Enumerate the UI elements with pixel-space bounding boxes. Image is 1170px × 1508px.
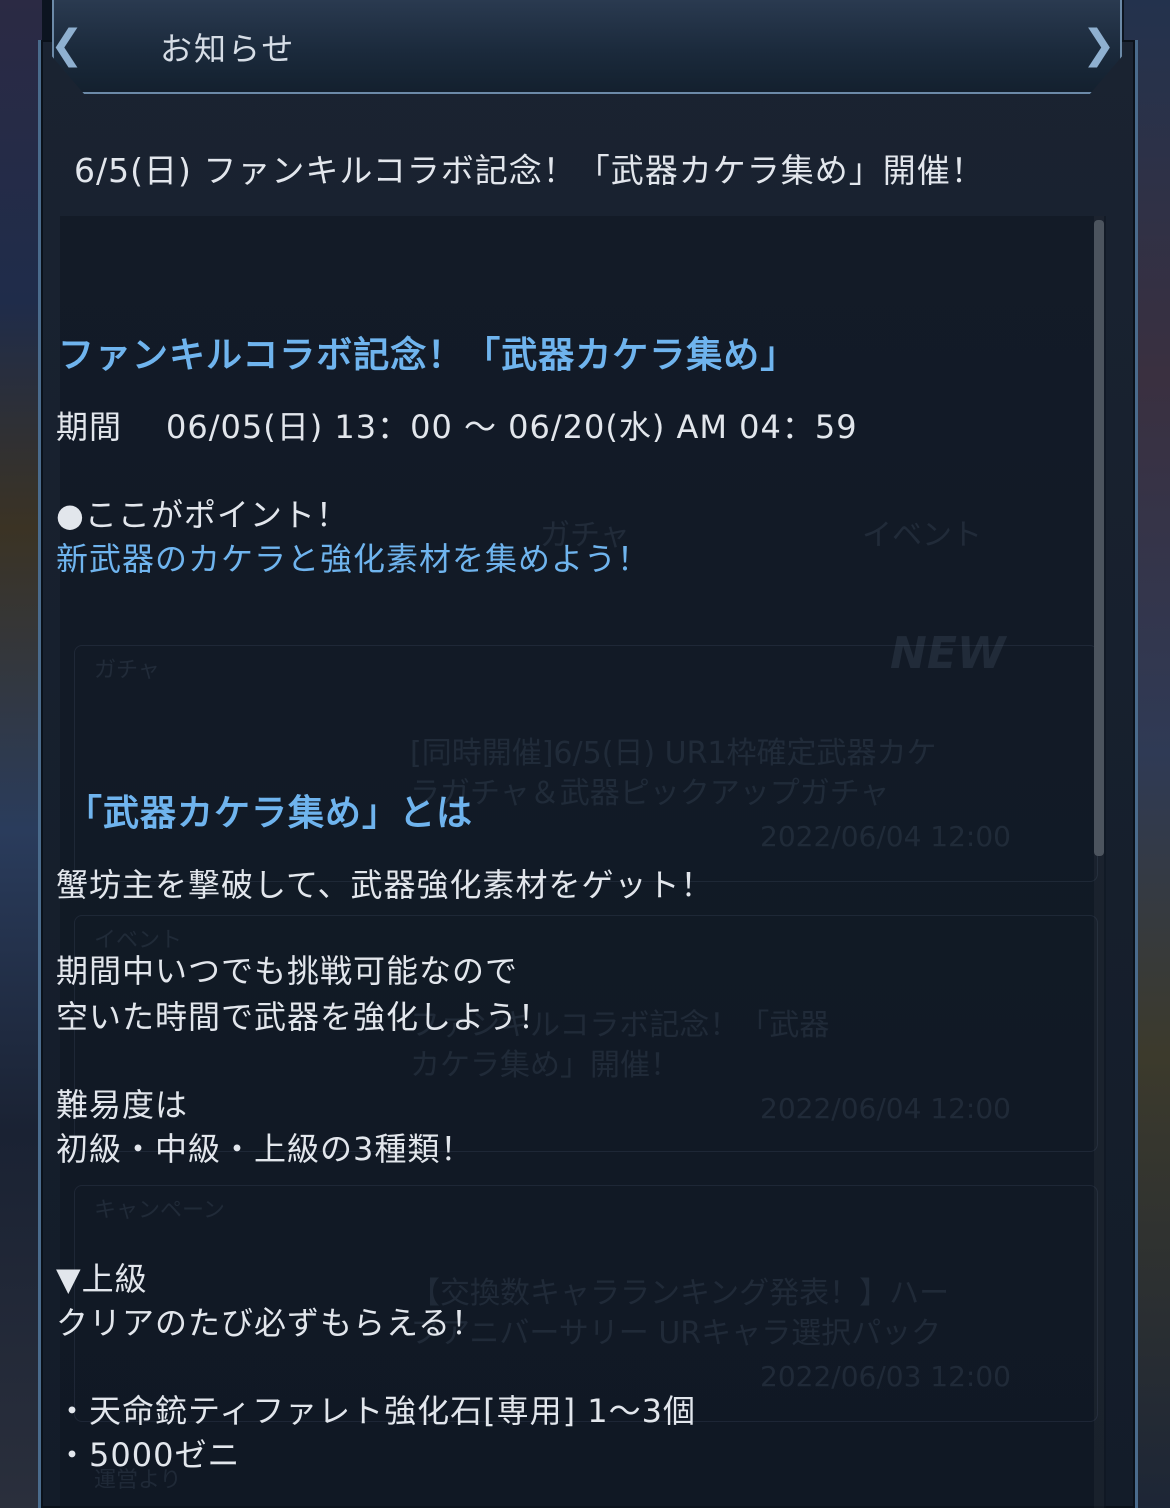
- background-item1-line2: ラガチャ＆武器ピックアップガチャ: [410, 776, 890, 811]
- background-section-gacha: ガチャ: [94, 658, 160, 683]
- body-line-difficulty: 難易度は: [56, 1086, 189, 1124]
- reward-item-zeni: ・5000ゼニ: [56, 1436, 241, 1474]
- background-item3-line2: フアニバーサリー URキャラ選択パック: [410, 1316, 942, 1351]
- background-item3-date: 2022/06/03 12:00: [760, 1360, 1011, 1393]
- body-line-defeat: 蟹坊主を撃破して、武器強化素材をゲット！: [56, 866, 714, 904]
- notice-title: 6/5(日) ファンキルコラボ記念！「武器カケラ集め」開催！: [74, 151, 985, 190]
- point-label: ●ここがポイント！: [56, 496, 349, 534]
- background-item1-line1: [同時開催]6/5(日) UR1枠確定武器カケ: [410, 736, 937, 771]
- body-line-guaranteed: クリアのたび必ずもらえる！: [56, 1304, 485, 1342]
- background-item1-date: 2022/06/04 12:00: [760, 820, 1011, 853]
- header-ornament-left-icon: ❮: [50, 22, 84, 68]
- scrollbar-thumb[interactable]: [1094, 220, 1104, 856]
- period-label: 期間: [56, 408, 123, 446]
- body-line-advanced: ▼上級: [56, 1260, 148, 1298]
- dialog-title: お知らせ: [160, 30, 296, 68]
- background-item2-line2: カケラ集め」開催！: [410, 1048, 680, 1083]
- background-item2-date: 2022/06/04 12:00: [760, 1092, 1011, 1125]
- background-item3-line1: 【交換数キャラランキング発表！】ハー: [410, 1276, 950, 1311]
- reward-item-stone: ・天命銃ティファレト強化石[専用] 1～3個: [56, 1392, 696, 1430]
- header-ornament-right-icon: ❯: [1082, 22, 1116, 68]
- background-section-campaign: キャンペーン: [94, 1198, 225, 1223]
- point-text: 新武器のカケラと強化素材を集めよう！: [56, 540, 651, 578]
- period-value: 06/05(日) 13：00 ～ 06/20(水) AM 04：59: [166, 408, 858, 446]
- notice-heading-collab: ファンキルコラボ記念！「武器カケラ集め」: [58, 335, 798, 376]
- background-tab-event: イベント: [862, 518, 982, 553]
- notice-heading-about: 「武器カケラ集め」とは: [66, 793, 474, 834]
- body-line-three-types: 初級・中級・上級の3種類！: [56, 1130, 474, 1168]
- body-line-spare-time: 空いた時間で武器を強化しよう！: [56, 998, 552, 1036]
- background-left-edge: [0, 0, 42, 1508]
- body-line-anytime: 期間中いつでも挑戦可能なので: [56, 952, 519, 990]
